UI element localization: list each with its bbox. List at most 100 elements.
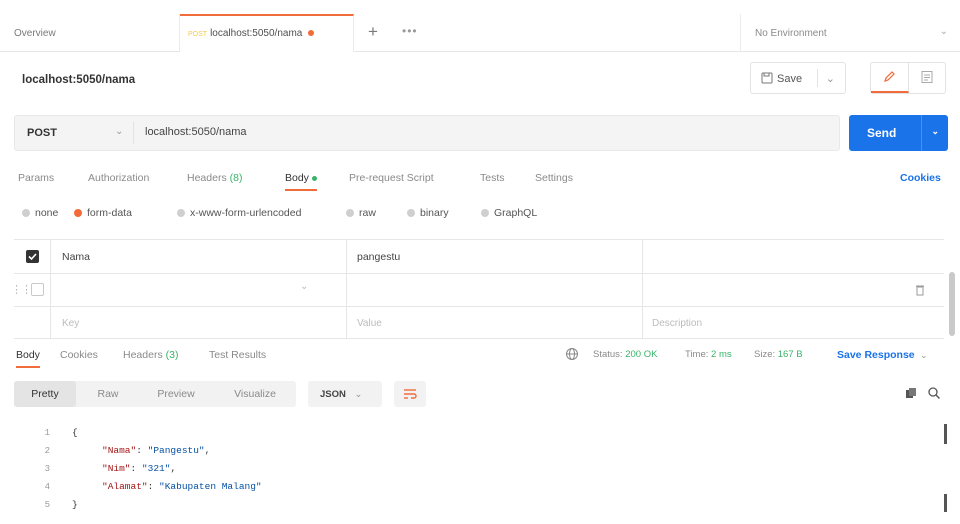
- view-mode-preview[interactable]: Preview: [138, 381, 214, 407]
- table-border: [14, 306, 944, 307]
- format-select[interactable]: JSON ⌄: [308, 381, 382, 407]
- row-enabled-checkbox[interactable]: [31, 283, 44, 296]
- code-scrollbar-bottom[interactable]: [944, 494, 947, 512]
- radio-binary[interactable]: binary: [407, 207, 449, 219]
- line-number: 1: [44, 428, 50, 438]
- response-tab-cookies[interactable]: Cookies: [60, 349, 98, 361]
- json-key: "Nim": [102, 463, 131, 474]
- document-icon: [921, 71, 933, 83]
- line-number: 5: [44, 500, 50, 510]
- time-value: 2 ms: [711, 349, 732, 360]
- radio-urlencoded-label: x-www-form-urlencoded: [190, 207, 302, 219]
- json-line: "Nama": "Pangestu",: [102, 445, 211, 456]
- response-time: Time: 2 ms: [685, 349, 732, 360]
- tab-request-active[interactable]: POST localhost:5050/nama: [180, 14, 354, 52]
- request-title: localhost:5050/nama: [22, 74, 136, 86]
- table-border: [346, 239, 347, 338]
- headers-count: (8): [229, 172, 243, 184]
- row-enabled-checkbox[interactable]: [26, 250, 39, 263]
- table-border: [14, 338, 944, 339]
- documentation-button[interactable]: [909, 63, 945, 93]
- table-scrollbar[interactable]: [949, 272, 955, 336]
- key-type-chevron-icon[interactable]: ⌄: [300, 281, 308, 292]
- view-mode-pretty[interactable]: Pretty: [14, 381, 76, 407]
- status-value: 200 OK: [625, 349, 658, 360]
- drag-handle-icon[interactable]: ⋮⋮: [11, 283, 32, 296]
- tab-headers[interactable]: Headers (8): [187, 172, 242, 184]
- send-button[interactable]: Send ⌄: [849, 115, 948, 151]
- view-mode-raw[interactable]: Raw: [78, 381, 138, 407]
- cookies-link[interactable]: Cookies: [900, 172, 941, 184]
- environment-select[interactable]: No Environment ⌄: [740, 14, 960, 52]
- description-placeholder[interactable]: Description: [652, 318, 702, 329]
- response-tab-headers[interactable]: Headers (3): [123, 349, 178, 361]
- tab-authorization[interactable]: Authorization: [88, 172, 149, 184]
- tab-pre-request-script[interactable]: Pre-request Script: [349, 172, 434, 184]
- chevron-down-icon[interactable]: ⌄: [931, 126, 939, 137]
- status-label: Status:: [593, 349, 623, 360]
- tab-settings[interactable]: Settings: [535, 172, 573, 184]
- time-label: Time:: [685, 349, 709, 360]
- radio-off-icon: [407, 209, 415, 217]
- response-status: Status: 200 OK: [593, 349, 657, 360]
- response-headers-count: (3): [165, 349, 179, 361]
- code-scrollbar[interactable]: [944, 424, 947, 444]
- json-close-brace: }: [72, 499, 78, 510]
- tab-body[interactable]: Body: [285, 172, 317, 191]
- json-key: "Alamat": [102, 481, 148, 492]
- chevron-down-icon[interactable]: ⌄: [115, 126, 123, 137]
- save-icon: [761, 72, 773, 84]
- tab-overview-label: Overview: [14, 28, 56, 39]
- tab-overview[interactable]: Overview: [0, 14, 180, 52]
- form-value-cell[interactable]: pangestu: [357, 251, 400, 263]
- table-border: [14, 239, 944, 240]
- tab-params[interactable]: Params: [18, 172, 54, 184]
- method-select[interactable]: POST: [27, 127, 57, 139]
- wrap-lines-button[interactable]: [394, 381, 426, 407]
- tab-body-label: Body: [285, 172, 309, 184]
- view-mode-visualize[interactable]: Visualize: [214, 381, 296, 407]
- save-button[interactable]: Save ⌄: [750, 62, 846, 94]
- radio-off-icon: [346, 209, 354, 217]
- json-value: "Pangestu": [147, 445, 205, 456]
- search-icon[interactable]: [927, 386, 941, 400]
- radio-none[interactable]: none: [22, 207, 58, 219]
- chevron-down-icon[interactable]: ⌄: [826, 72, 835, 85]
- key-placeholder[interactable]: Key: [62, 318, 79, 329]
- form-key-cell[interactable]: Nama: [62, 251, 90, 263]
- radio-raw[interactable]: raw: [346, 207, 376, 219]
- line-number: 3: [44, 464, 50, 474]
- radio-form-data-label: form-data: [87, 207, 132, 219]
- json-key: "Nama": [102, 445, 137, 456]
- url-bar: POST ⌄: [14, 115, 840, 151]
- table-border: [14, 273, 944, 274]
- response-tab-headers-label: Headers: [123, 349, 163, 361]
- radio-urlencoded[interactable]: x-www-form-urlencoded: [177, 207, 301, 219]
- globe-icon[interactable]: [565, 347, 579, 361]
- radio-form-data[interactable]: form-data: [74, 207, 132, 219]
- delete-icon[interactable]: [915, 284, 925, 296]
- value-placeholder[interactable]: Value: [357, 318, 382, 329]
- tab-strip: Overview POST localhost:5050/nama + ••• N…: [0, 14, 960, 52]
- json-comma: ,: [170, 463, 177, 474]
- view-toggle-group: [870, 62, 946, 94]
- chevron-down-icon: ⌄: [939, 26, 948, 37]
- environment-label: No Environment: [755, 28, 827, 39]
- table-border: [642, 239, 643, 338]
- json-line: "Alamat": "Kabupaten Malang": [102, 481, 262, 492]
- new-tab-button[interactable]: +: [368, 22, 378, 42]
- copy-icon[interactable]: [905, 387, 917, 399]
- save-label: Save: [777, 73, 803, 85]
- edit-button[interactable]: [871, 63, 909, 93]
- url-input[interactable]: [145, 126, 825, 138]
- json-open-brace: {: [72, 427, 78, 438]
- more-tabs-icon[interactable]: •••: [402, 24, 418, 38]
- size-label: Size:: [754, 349, 776, 360]
- wrap-lines-icon: [404, 389, 417, 399]
- json-comma: ,: [204, 445, 211, 456]
- response-tab-body[interactable]: Body: [16, 349, 40, 368]
- tab-tests[interactable]: Tests: [480, 172, 505, 184]
- save-response-button[interactable]: Save Response ⌄: [837, 349, 928, 361]
- radio-graphql[interactable]: GraphQL: [481, 207, 537, 219]
- response-tab-test-results[interactable]: Test Results: [209, 349, 266, 361]
